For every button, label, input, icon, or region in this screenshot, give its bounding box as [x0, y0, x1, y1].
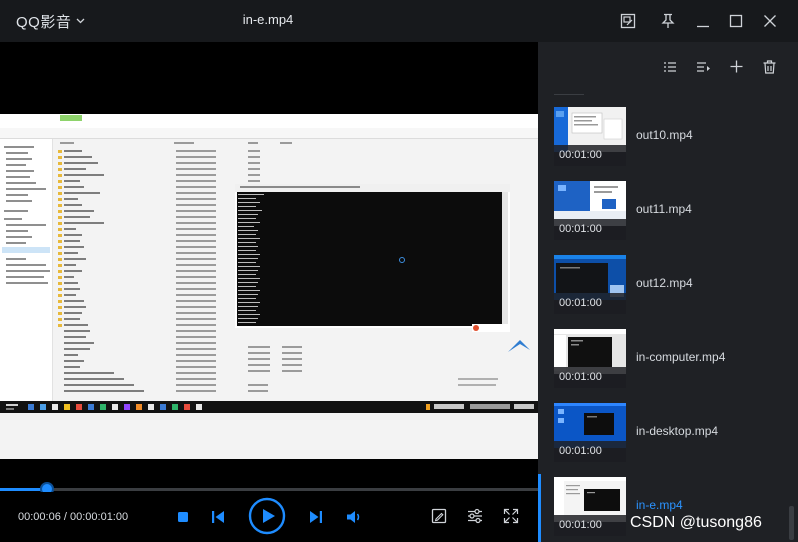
file-name: in-desktop.mp4 [636, 424, 719, 438]
video-area[interactable] [0, 42, 538, 482]
previous-button[interactable] [208, 507, 228, 527]
maximize-button[interactable] [723, 8, 749, 34]
seek-track [0, 488, 538, 491]
video-thumbnail: 00:01:00 [554, 181, 626, 240]
pip-icon [620, 13, 636, 29]
fullscreen-button[interactable] [501, 506, 521, 526]
playlist-scrollbar[interactable] [789, 506, 794, 540]
pip-button[interactable] [615, 8, 641, 34]
file-name: out12.mp4 [636, 276, 693, 290]
minimize-button[interactable] [690, 8, 716, 34]
close-button[interactable] [757, 8, 783, 34]
playlist-panel: 00:01:00 out10.mp4 00:01:00 out11.mp4 00:01:… [538, 42, 798, 542]
playlist-item[interactable]: 00:01:00 out12.mp4 [538, 255, 798, 329]
app-menu[interactable]: QQ影音 [16, 10, 85, 32]
file-name: in-e.mp4 [636, 498, 683, 512]
volume-icon [346, 510, 362, 524]
playlist-item[interactable]: 00:01:00 out11.mp4 [538, 181, 798, 255]
duration-label: 00:01:00 [554, 293, 626, 314]
video-frame-image [0, 114, 538, 459]
play-icon [248, 497, 286, 535]
duration-label: 00:01:00 [554, 441, 626, 462]
video-thumbnail: 00:01:00 [554, 329, 626, 388]
duration-label: 00:01:00 [554, 367, 626, 388]
playlist-item[interactable]: 00:01:00 in-desktop.mp4 [538, 403, 798, 477]
pin-icon [660, 13, 676, 29]
duration-label: 00:01:00 [554, 515, 626, 536]
file-name: in-computer.mp4 [636, 350, 726, 364]
stop-icon [177, 511, 189, 523]
time-display: 00:00:06 / 00:00:01:00 [18, 511, 129, 523]
playlist-item[interactable]: 00:01:00 in-computer.mp4 [538, 329, 798, 403]
playlist-list: 00:01:00 out10.mp4 00:01:00 out11.mp4 00:01:… [538, 42, 798, 542]
control-bar: 00:00:06 / 00:00:01:00 [0, 492, 538, 542]
maximize-icon [729, 14, 743, 28]
volume-button[interactable] [344, 507, 364, 527]
screenshot-edit-icon [431, 508, 447, 524]
video-thumbnail: 00:01:00 [554, 107, 626, 166]
previous-icon [211, 510, 225, 524]
window-title: in-e.mp4 [242, 12, 294, 27]
equalizer-settings-icon [467, 508, 483, 524]
title-bar: QQ影音 in-e.mp4 [0, 0, 798, 42]
minimize-icon [696, 14, 710, 28]
watermark-text: CSDN @tusong86 [630, 514, 762, 531]
next-icon [309, 510, 323, 524]
fullscreen-icon [503, 508, 519, 524]
screenshot-button[interactable] [429, 506, 449, 526]
file-name: out10.mp4 [636, 128, 693, 142]
video-frame [0, 114, 538, 459]
video-thumbnail: 00:01:00 [554, 255, 626, 314]
chevron-down-icon [76, 18, 85, 24]
file-name: out11.mp4 [636, 202, 692, 216]
app-name: QQ影音 [16, 13, 72, 31]
duration-label: 00:01:00 [554, 219, 626, 240]
pin-button[interactable] [655, 8, 681, 34]
duration-label: 00:01:00 [554, 145, 626, 166]
stop-button[interactable] [174, 508, 192, 526]
playlist-item[interactable]: 00:01:00 in-e.mp4 [538, 474, 798, 542]
play-button[interactable] [248, 497, 286, 535]
video-thumbnail: 00:01:00 [554, 477, 626, 536]
close-icon [763, 14, 777, 28]
playlist-item[interactable]: 00:01:00 out10.mp4 [538, 107, 798, 181]
settings-button[interactable] [465, 506, 485, 526]
next-button[interactable] [306, 507, 326, 527]
video-thumbnail: 00:01:00 [554, 403, 626, 462]
